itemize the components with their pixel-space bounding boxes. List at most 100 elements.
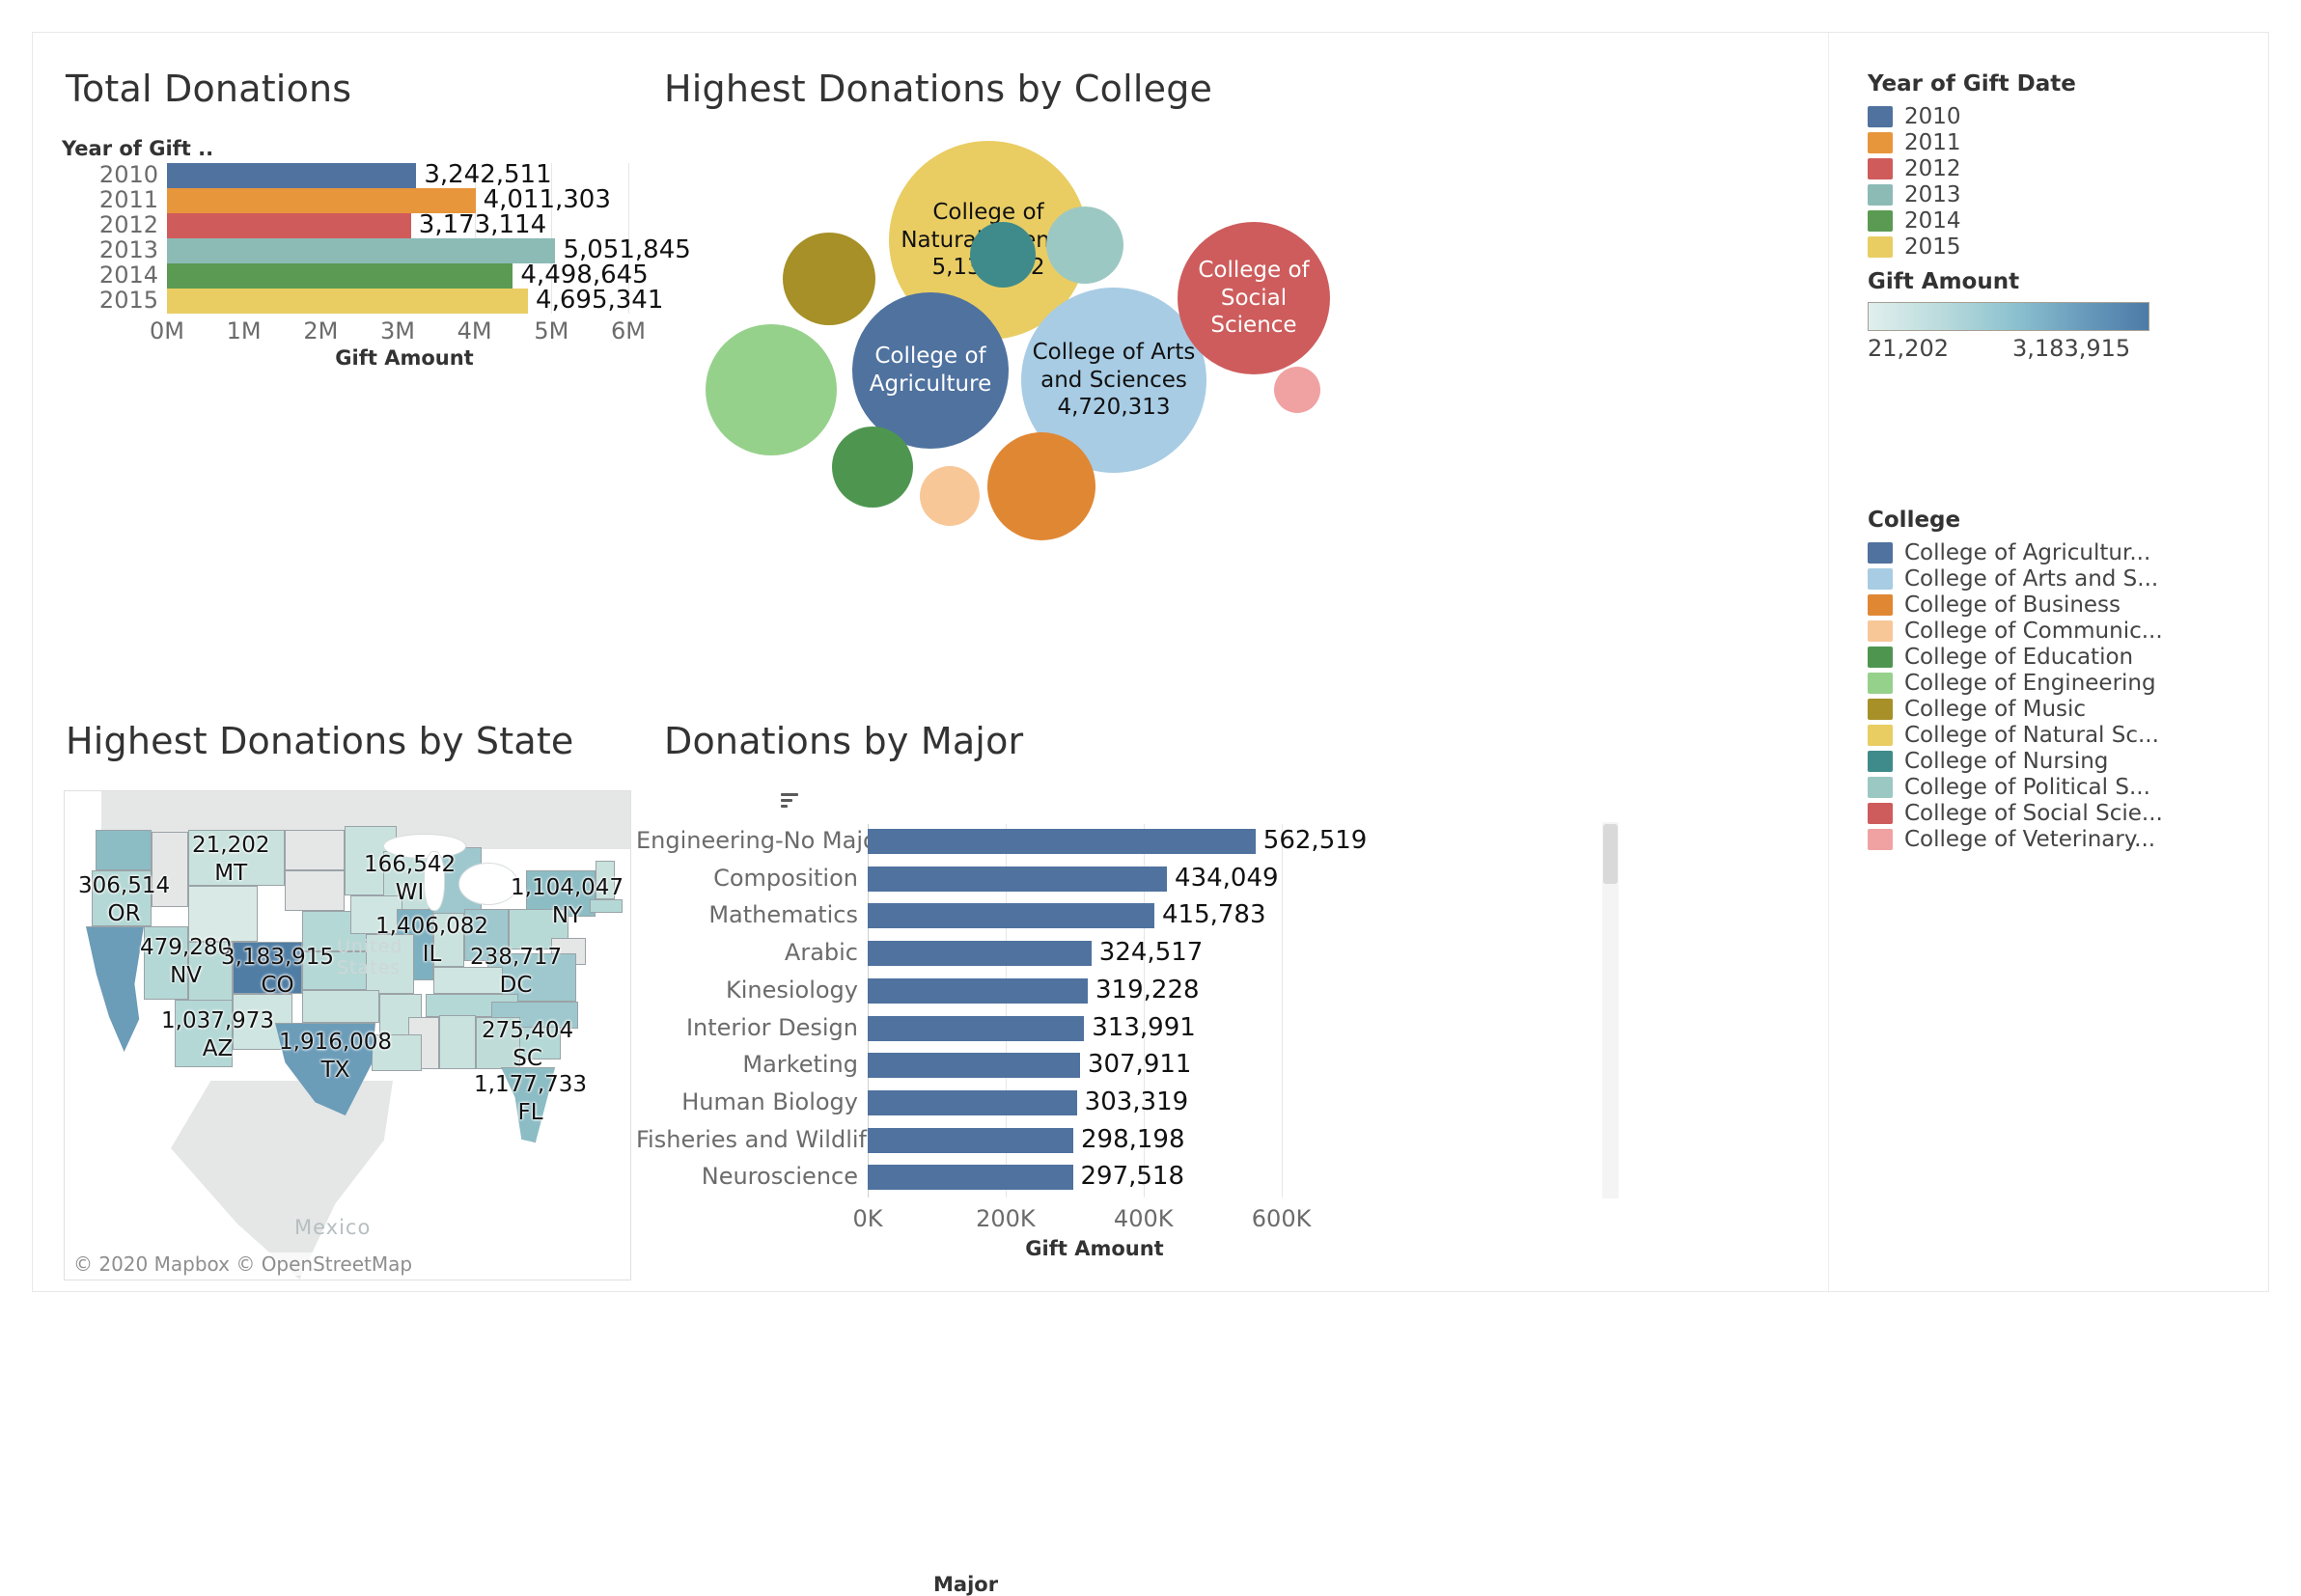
field-caption-major-wrap[interactable]: Major: [781, 793, 998, 1596]
bar-row[interactable]: 2011 4,011,303: [99, 185, 628, 214]
legend-color-swatch[interactable]: [1868, 568, 1893, 590]
legend-item-year-2012[interactable]: 2012: [1868, 156, 2254, 181]
legend-item-year-2015[interactable]: 2015: [1868, 234, 2254, 260]
scrollbar-thumb[interactable]: [1603, 824, 1618, 884]
bar-category-label[interactable]: Marketing: [636, 1051, 858, 1078]
bar-row[interactable]: Arabic 324,517: [785, 938, 1350, 967]
bar-segment[interactable]: [868, 903, 1154, 929]
bar-category-label[interactable]: 2014: [42, 261, 158, 289]
bar-segment[interactable]: [868, 1015, 1085, 1041]
legend-color-swatch[interactable]: [1868, 236, 1893, 258]
bar-segment[interactable]: [868, 1089, 1077, 1115]
map-label-az[interactable]: 1,037,973 AZ: [161, 1007, 274, 1064]
legend-item-college-college-of-natural-sc[interactable]: College of Natural Sc...: [1868, 723, 2254, 748]
legend-item-college-college-of-social-scie[interactable]: College of Social Scie...: [1868, 801, 2254, 826]
bubble-college-of-communication[interactable]: [920, 466, 980, 526]
map-label-co[interactable]: 3,183,915 CO: [221, 944, 334, 1001]
map-label-sc[interactable]: 275,404 SC: [482, 1017, 573, 1074]
bar-category-label[interactable]: Fisheries and Wildlife: [636, 1126, 881, 1153]
legend-color-swatch[interactable]: [1868, 829, 1893, 850]
legend-color-swatch[interactable]: [1868, 106, 1893, 127]
map-label-fl[interactable]: 1,177,733 FL: [474, 1071, 587, 1128]
bar-category-label[interactable]: Neuroscience: [636, 1163, 858, 1190]
bar-row[interactable]: Interior Design 313,991: [686, 1013, 1350, 1042]
legend-color-swatch[interactable]: [1868, 673, 1893, 694]
bubble-college-of-music[interactable]: [783, 233, 875, 325]
bar-segment[interactable]: [868, 1127, 1073, 1153]
bar-category-label[interactable]: Arabic: [636, 939, 858, 966]
sort-descending-icon[interactable]: [781, 793, 798, 808]
bar-segment[interactable]: [868, 977, 1089, 1004]
bar-category-label[interactable]: 2015: [42, 287, 158, 314]
legend-item-year-2010[interactable]: 2010: [1868, 104, 2254, 129]
bubble-college-of-nursing[interactable]: [970, 222, 1036, 288]
legend-color-swatch[interactable]: [1868, 158, 1893, 179]
choropleth-map-states[interactable]: United States Mexico 21,202 MT 306,514 OR 47…: [64, 790, 631, 1280]
bar-segment[interactable]: [868, 866, 1168, 892]
bubble-college-of-education[interactable]: [832, 427, 913, 508]
bar-segment[interactable]: [167, 213, 411, 238]
legend-item-college-college-of-arts-and-s[interactable]: College of Arts and S...: [1868, 566, 2254, 592]
legend-color-swatch[interactable]: [1868, 699, 1893, 720]
legend-item-year-2014[interactable]: 2014: [1868, 208, 2254, 234]
bar-row[interactable]: Kinesiology 319,228: [726, 976, 1350, 1004]
bar-row[interactable]: Composition 434,049: [713, 864, 1350, 893]
bar-category-label[interactable]: Engineering-No Major: [636, 827, 887, 854]
bar-segment[interactable]: [167, 238, 556, 263]
legend-item-college-college-of-communic[interactable]: College of Communic...: [1868, 619, 2254, 644]
map-attribution[interactable]: © 2020 Mapbox © OpenStreetMap: [70, 1252, 416, 1276]
bar-row[interactable]: Marketing 307,911: [742, 1050, 1350, 1079]
map-label-ny[interactable]: 1,104,047 NY: [511, 874, 624, 931]
legend-item-year-2013[interactable]: 2013: [1868, 182, 2254, 207]
legend-item-college-college-of-veterinary[interactable]: College of Veterinary...: [1868, 827, 2254, 852]
legend-item-college-college-of-business[interactable]: College of Business: [1868, 592, 2254, 618]
vertical-scrollbar-major[interactable]: [1602, 822, 1619, 1198]
legend-item-college-college-of-education[interactable]: College of Education: [1868, 645, 2254, 670]
map-state-al[interactable]: [439, 1015, 476, 1069]
bar-segment[interactable]: [868, 941, 1092, 967]
bar-segment[interactable]: [868, 1165, 1073, 1191]
legend-color-swatch[interactable]: [1868, 542, 1893, 564]
bar-category-label[interactable]: Interior Design: [636, 1014, 858, 1041]
field-caption-year-of-gift[interactable]: Year of Gift ..: [62, 137, 213, 160]
legend-color-swatch[interactable]: [1868, 210, 1893, 232]
legend-item-college-college-of-nursing[interactable]: College of Nursing: [1868, 749, 2254, 774]
legend-color-swatch[interactable]: [1868, 803, 1893, 824]
bar-category-label[interactable]: 2010: [42, 161, 158, 188]
bar-segment[interactable]: [167, 289, 529, 314]
map-label-tx[interactable]: 1,916,008 TX: [279, 1029, 392, 1086]
map-state-sd[interactable]: [285, 870, 345, 911]
bar-segment[interactable]: [868, 829, 1256, 854]
map-label-dc[interactable]: 238,717 DC: [470, 944, 562, 1001]
legend-item-college-college-of-engineering[interactable]: College of Engineering: [1868, 671, 2254, 696]
map-label-or[interactable]: 306,514 OR: [78, 872, 170, 929]
bar-row[interactable]: Mathematics 415,783: [708, 900, 1350, 929]
bar-segment[interactable]: [868, 1053, 1080, 1079]
bar-segment[interactable]: [167, 163, 417, 188]
field-caption-major[interactable]: Major: [933, 1573, 998, 1596]
legend-item-year-2011[interactable]: 2011: [1868, 130, 2254, 155]
bar-row[interactable]: 2015 4,695,341: [99, 286, 663, 315]
bar-row[interactable]: Human Biology 303,319: [681, 1087, 1350, 1116]
bubble-college-of-agriculture[interactable]: College of Agriculture: [852, 292, 1009, 449]
bar-row[interactable]: Fisheries and Wildlife 298,198: [636, 1125, 1350, 1154]
bubble-college-of-political-science[interactable]: [1046, 206, 1123, 284]
legend-color-swatch[interactable]: [1868, 620, 1893, 642]
bubble-college-of-engineering[interactable]: [706, 324, 837, 455]
legend-color-swatch[interactable]: [1868, 777, 1893, 798]
legend-item-college-college-of-music[interactable]: College of Music: [1868, 697, 2254, 722]
map-state-nd[interactable]: [285, 830, 345, 870]
bar-category-label[interactable]: Human Biology: [636, 1088, 858, 1115]
map-label-mt[interactable]: 21,202 MT: [192, 832, 269, 889]
bar-category-label[interactable]: Mathematics: [636, 901, 858, 928]
bubble-college-of-veterinary-medicine[interactable]: [1274, 367, 1320, 413]
map-label-wi[interactable]: 166,542 WI: [364, 851, 456, 908]
legend-color-swatch[interactable]: [1868, 594, 1893, 616]
legend-color-swatch[interactable]: [1868, 184, 1893, 206]
bar-segment[interactable]: [167, 263, 513, 289]
bar-row[interactable]: Neuroscience 297,518: [702, 1162, 1350, 1191]
legend-item-college-college-of-agricultur[interactable]: College of Agricultur...: [1868, 540, 2254, 565]
bar-category-label[interactable]: 2011: [42, 186, 158, 213]
legend-color-swatch[interactable]: [1868, 647, 1893, 668]
bar-row[interactable]: 2012 3,173,114: [99, 210, 628, 239]
